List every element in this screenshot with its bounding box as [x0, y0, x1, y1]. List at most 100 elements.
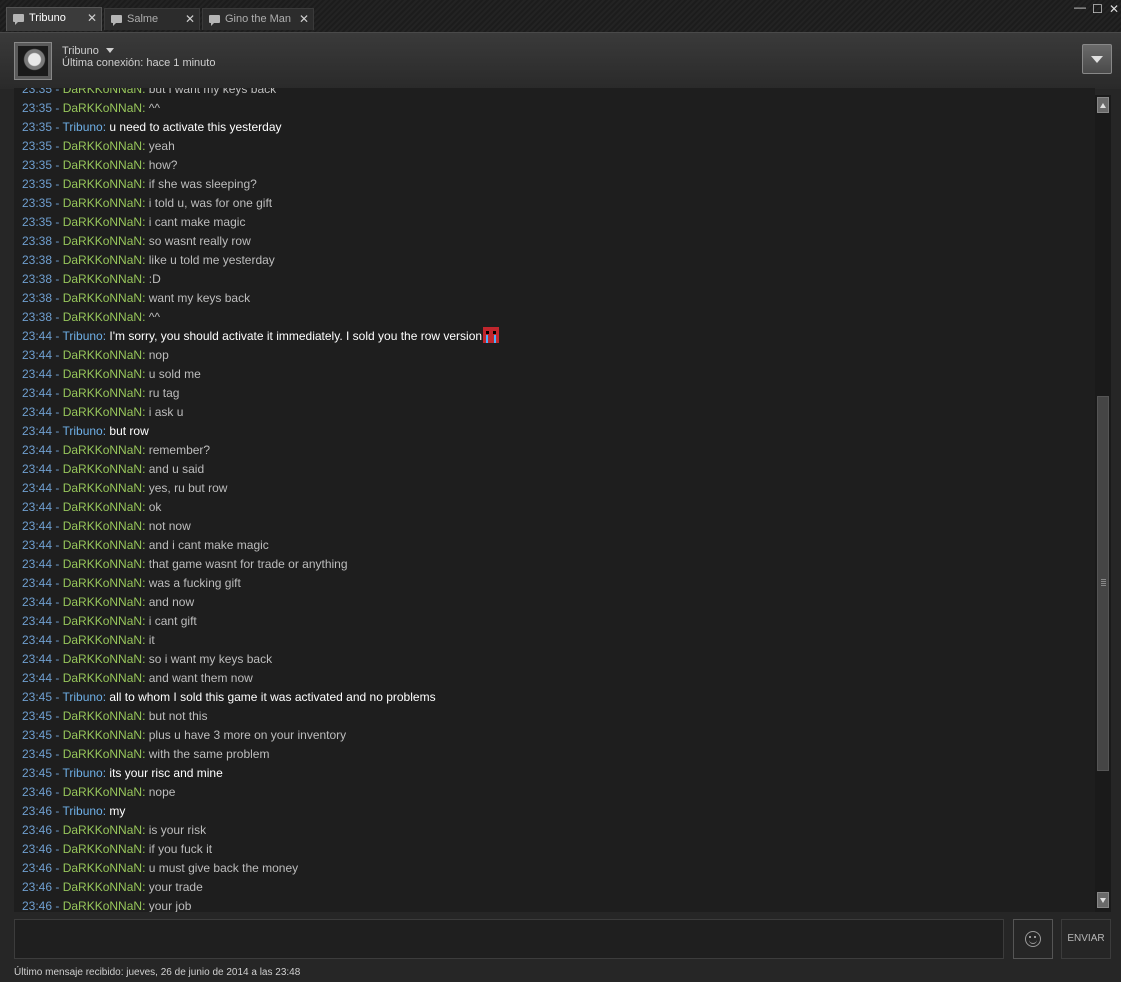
message-timestamp: 23:44 [22, 595, 53, 609]
sender-colon: : [142, 899, 149, 912]
message-timestamp: 23:35 [22, 139, 53, 153]
message-row: 23:45 - DaRKKoNNaN: but not this [22, 707, 1095, 726]
message-timestamp: 23:44 [22, 519, 53, 533]
message-sender: Tribuno [62, 329, 103, 343]
message-timestamp: 23:38 [22, 291, 53, 305]
timestamp-separator: - [52, 595, 63, 609]
message-sender: DaRKKoNNaN [62, 633, 143, 647]
timestamp-separator: - [52, 823, 63, 837]
message-row: 23:38 - DaRKKoNNaN: want my keys back [22, 289, 1095, 308]
message-text: that game wasnt for trade or anything [148, 557, 348, 571]
message-text: remember? [148, 443, 211, 457]
message-text: i ask u [148, 405, 184, 419]
close-icon[interactable]: ✕ [185, 12, 195, 26]
message-timestamp: 23:35 [22, 88, 53, 96]
message-text: but not this [148, 709, 208, 723]
message-sender: Tribuno [62, 766, 103, 780]
timestamp-separator: - [52, 747, 63, 761]
message-text: ok [148, 500, 162, 514]
message-row: 23:38 - DaRKKoNNaN: so wasnt really row [22, 232, 1095, 251]
tab-strip: Tribuno ✕ Salme ✕ Gino the Man ✕ — ☐ ✕ [0, 0, 1121, 32]
message-text: :D [148, 272, 161, 286]
message-text: plus u have 3 more on your inventory [148, 728, 347, 742]
minimize-icon[interactable]: — [1074, 0, 1086, 14]
message-sender: DaRKKoNNaN [62, 234, 143, 248]
message-timestamp: 23:44 [22, 671, 53, 685]
chat-bubble-icon [111, 15, 122, 26]
maximize-icon[interactable]: ☐ [1092, 2, 1103, 16]
message-timestamp: 23:44 [22, 462, 53, 476]
message-row: 23:44 - DaRKKoNNaN: and want them now [22, 669, 1095, 688]
message-sender: DaRKKoNNaN [62, 500, 143, 514]
message-text: yeah [148, 139, 175, 153]
emoticon-button[interactable] [1013, 919, 1053, 959]
message-row: 23:46 - DaRKKoNNaN: nope [22, 783, 1095, 802]
message-row: 23:44 - Tribuno: but row [22, 422, 1095, 441]
message-row: 23:44 - DaRKKoNNaN: ru tag [22, 384, 1095, 403]
sender-colon: : [142, 253, 149, 267]
message-timestamp: 23:46 [22, 899, 53, 912]
message-sender: DaRKKoNNaN [62, 253, 143, 267]
message-timestamp: 23:45 [22, 690, 53, 704]
crying-emoticon [483, 327, 500, 343]
close-icon[interactable]: ✕ [299, 12, 309, 26]
sender-colon: : [142, 728, 149, 742]
timestamp-separator: - [52, 272, 63, 286]
tab-salme[interactable]: Salme ✕ [104, 8, 200, 30]
send-button[interactable]: ENVIAR [1061, 919, 1111, 959]
message-text: and want them now [148, 671, 253, 685]
timestamp-separator: - [52, 538, 63, 552]
timestamp-separator: - [52, 785, 63, 799]
timestamp-separator: - [52, 386, 63, 400]
message-sender: DaRKKoNNaN [62, 215, 143, 229]
message-text: is your risk [148, 823, 207, 837]
message-text: u must give back the money [148, 861, 299, 875]
timestamp-separator: - [52, 88, 63, 96]
message-row: 23:44 - DaRKKoNNaN: ok [22, 498, 1095, 517]
sender-colon: : [142, 519, 149, 533]
message-row: 23:44 - DaRKKoNNaN: it [22, 631, 1095, 650]
scroll-up-button[interactable] [1097, 97, 1109, 113]
message-input[interactable] [14, 919, 1004, 959]
message-sender: DaRKKoNNaN [62, 861, 143, 875]
timestamp-separator: - [52, 101, 63, 115]
message-sender: DaRKKoNNaN [62, 272, 143, 286]
timestamp-separator: - [52, 842, 63, 856]
avatar[interactable] [14, 42, 52, 80]
close-icon[interactable]: ✕ [87, 11, 97, 25]
message-sender: DaRKKoNNaN [62, 671, 143, 685]
chevron-down-icon[interactable] [106, 48, 114, 53]
message-row: 23:44 - DaRKKoNNaN: that game wasnt for … [22, 555, 1095, 574]
message-text: but i want my keys back [148, 88, 277, 96]
message-timestamp: 23:46 [22, 804, 53, 818]
scroll-down-button[interactable] [1097, 892, 1109, 908]
message-text: want my keys back [148, 291, 251, 305]
sender-colon: : [142, 747, 149, 761]
message-timestamp: 23:46 [22, 823, 53, 837]
scrollbar-thumb[interactable] [1097, 396, 1109, 771]
sender-colon: : [142, 595, 149, 609]
message-text: if she was sleeping? [148, 177, 257, 191]
sender-colon: : [142, 557, 149, 571]
tab-gino-the-man[interactable]: Gino the Man ✕ [202, 8, 314, 30]
sender-colon: : [142, 462, 149, 476]
message-text: with the same problem [148, 747, 270, 761]
friend-name[interactable]: Tribuno [62, 45, 99, 57]
message-sender: DaRKKoNNaN [62, 747, 143, 761]
message-timestamp: 23:44 [22, 633, 53, 647]
message-row: 23:46 - DaRKKoNNaN: your job [22, 897, 1095, 912]
message-text: like u told me yesterday [148, 253, 275, 267]
message-sender: DaRKKoNNaN [62, 196, 143, 210]
message-row: 23:44 - DaRKKoNNaN: remember? [22, 441, 1095, 460]
message-row: 23:44 - DaRKKoNNaN: yes, ru but row [22, 479, 1095, 498]
options-dropdown-button[interactable] [1082, 44, 1112, 74]
message-sender: Tribuno [62, 120, 103, 134]
message-timestamp: 23:46 [22, 861, 53, 875]
sender-colon: : [142, 215, 149, 229]
timestamp-separator: - [52, 215, 63, 229]
close-window-icon[interactable]: ✕ [1109, 2, 1119, 16]
message-row: 23:46 - Tribuno: my [22, 802, 1095, 821]
timestamp-separator: - [52, 139, 63, 153]
tab-tribuno[interactable]: Tribuno ✕ [6, 7, 102, 31]
timestamp-separator: - [52, 671, 63, 685]
